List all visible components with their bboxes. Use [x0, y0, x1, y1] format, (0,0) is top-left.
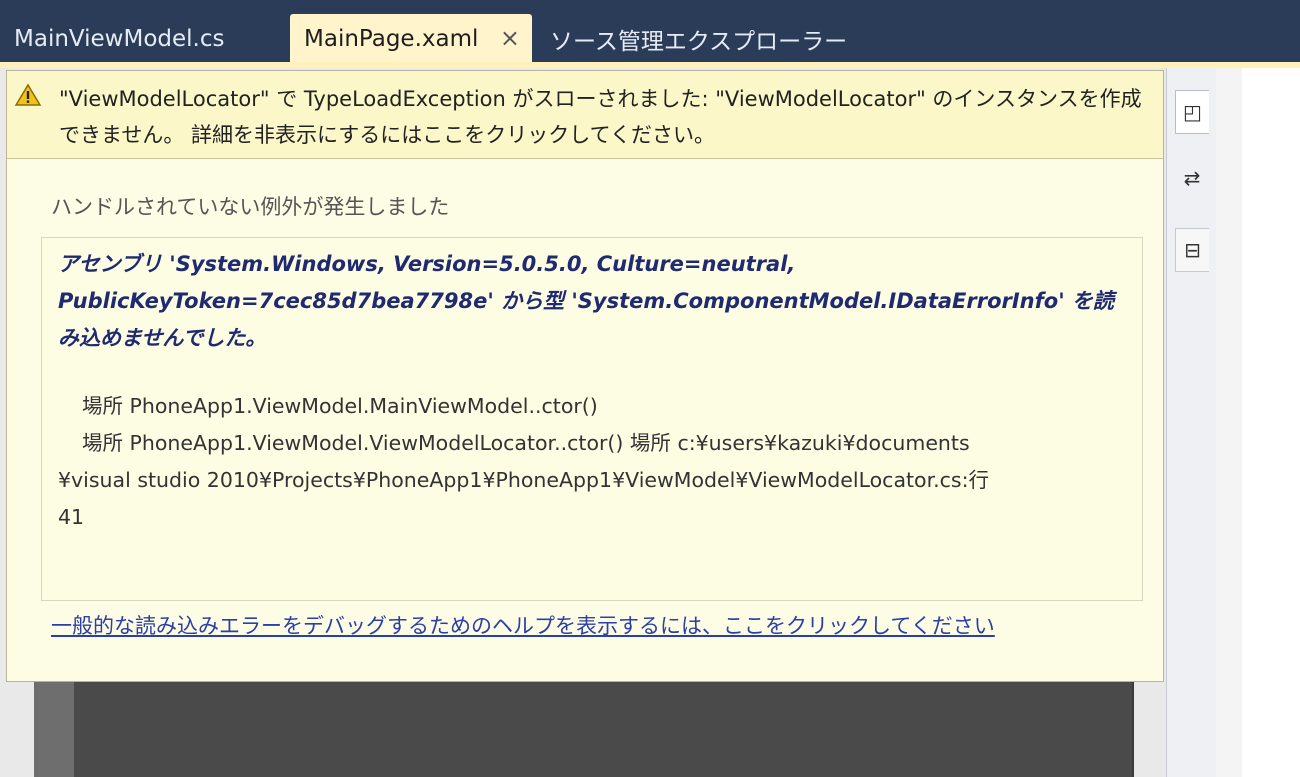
phone-preview-bezel: [34, 682, 74, 777]
exception-summary: アセンブリ 'System.Windows, Version=5.0.5.0, …: [58, 252, 1114, 350]
tab-mainviewmodel-cs[interactable]: MainViewModel.cs: [0, 14, 282, 64]
phone-preview-screen: [74, 682, 1132, 777]
view-switcher-strip: ◰ ⇄ ⊟: [1166, 68, 1216, 777]
document-tab-strip: MainViewModel.cs MainPage.xaml × ソース管理エク…: [0, 0, 1300, 64]
close-icon[interactable]: ×: [500, 26, 520, 50]
stack-line: 場所 PhoneApp1.ViewModel.MainViewModel..ct…: [82, 394, 598, 418]
split-view-icon[interactable]: ⊟: [1175, 228, 1209, 272]
design-view-icon[interactable]: ◰: [1175, 90, 1209, 134]
vertical-scrollbar[interactable]: [1214, 68, 1242, 777]
exception-heading: ハンドルされていない例外が発生しました: [51, 195, 450, 219]
tab-source-control-explorer[interactable]: ソース管理エクスプローラー: [536, 14, 916, 64]
stack-line: 41: [58, 505, 85, 529]
designer-error-popup: "ViewModelLocator" で TypeLoadException が…: [6, 70, 1164, 682]
swap-panes-icon[interactable]: ⇄: [1175, 156, 1209, 200]
stack-trace: 場所 PhoneApp1.ViewModel.MainViewModel..ct…: [58, 388, 1134, 536]
exception-detail-box: アセンブリ 'System.Windows, Version=5.0.5.0, …: [41, 237, 1143, 601]
stack-line: ¥visual studio 2010¥Projects¥PhoneApp1¥P…: [58, 468, 990, 492]
tab-label: MainViewModel.cs: [14, 26, 225, 52]
warning-message[interactable]: "ViewModelLocator" で TypeLoadException が…: [59, 81, 1149, 153]
tab-mainpage-xaml[interactable]: MainPage.xaml ×: [290, 14, 532, 64]
xaml-pane-edge: [1242, 68, 1300, 777]
tab-label: MainPage.xaml: [304, 26, 479, 52]
warning-triangle-icon: [15, 83, 41, 106]
vs-editor-window: MainViewModel.cs MainPage.xaml × ソース管理エク…: [0, 0, 1300, 777]
warning-bar[interactable]: "ViewModelLocator" で TypeLoadException が…: [7, 71, 1163, 159]
stack-line: 場所 PhoneApp1.ViewModel.ViewModelLocator.…: [82, 431, 970, 455]
debug-help-link[interactable]: 一般的な読み込みエラーをデバッグするためのヘルプを表示するには、ここをクリックし…: [51, 609, 1111, 643]
tab-label: ソース管理エクスプローラー: [550, 29, 848, 55]
